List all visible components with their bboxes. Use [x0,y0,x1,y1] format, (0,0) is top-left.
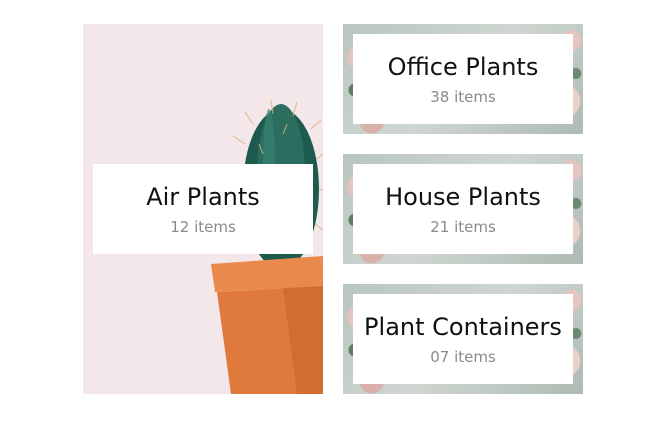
category-title: Office Plants [387,53,539,81]
category-tile-office-plants[interactable]: Office Plants 38 items [343,24,583,134]
category-card: Air Plants 12 items [93,164,313,254]
category-card: Office Plants 38 items [353,34,573,124]
category-card: House Plants 21 items [353,164,573,254]
category-count: 21 items [430,218,496,236]
category-tile-house-plants[interactable]: House Plants 21 items [343,154,583,264]
category-count: 12 items [170,218,236,236]
category-title: House Plants [385,183,541,211]
category-count: 38 items [430,88,496,106]
category-title: Air Plants [146,183,260,211]
category-tile-air-plants[interactable]: Air Plants 12 items [83,24,323,394]
category-count: 07 items [430,348,496,366]
category-tile-plant-containers[interactable]: Plant Containers 07 items [343,284,583,394]
category-title: Plant Containers [364,313,562,341]
category-card: Plant Containers 07 items [353,294,573,384]
category-grid: Air Plants 12 items Office Plants 38 ite… [0,0,665,424]
